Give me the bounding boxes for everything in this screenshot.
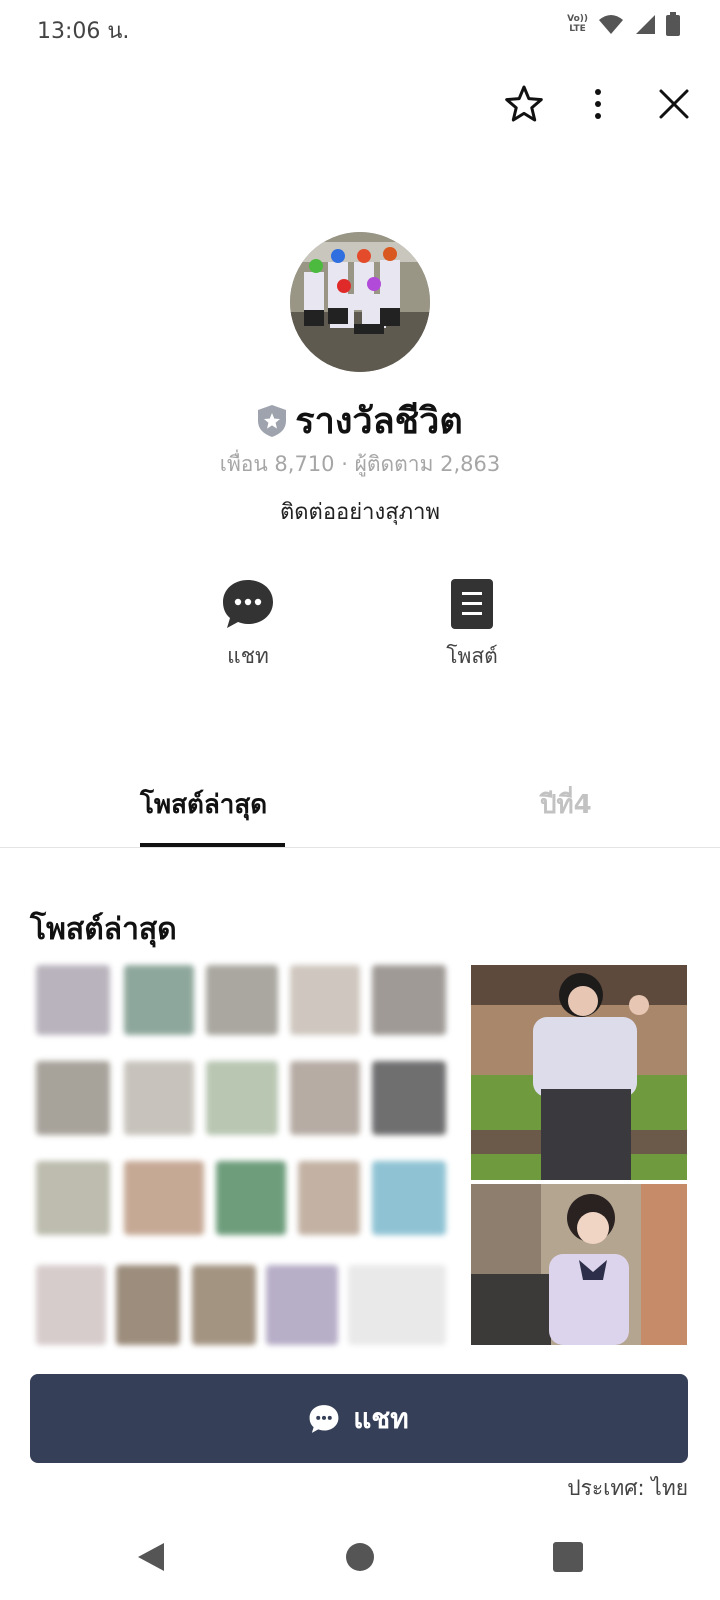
post-photo-2[interactable]	[471, 1184, 687, 1345]
close-icon	[659, 89, 689, 119]
more-vertical-icon	[595, 89, 601, 119]
wifi-icon	[599, 15, 623, 34]
more-options-button[interactable]	[576, 82, 620, 126]
profile-name: รางวัลชีวิต	[295, 401, 463, 442]
profile-name-row: รางวัลชีวิต	[0, 392, 720, 449]
shield-badge-icon	[258, 404, 287, 437]
post-photo-2-image	[471, 1184, 687, 1345]
chat-icon	[223, 580, 273, 628]
post-photo-1[interactable]	[471, 965, 687, 1180]
country-label: ประเทศ: ไทย	[567, 1476, 688, 1500]
chat-cta-label: แชท	[353, 1401, 409, 1435]
chat-action-label: แชท	[227, 644, 269, 668]
post-image-grid[interactable]	[36, 965, 450, 1345]
avatar[interactable]	[290, 232, 430, 372]
status-icons: Vo)) LTE	[567, 12, 680, 36]
status-bar: 13:06 น. Vo)) LTE	[0, 0, 720, 56]
volte-icon: Vo)) LTE	[567, 14, 588, 34]
tab-latest-posts[interactable]: โพสต์ล่าสุด	[140, 784, 267, 825]
recents-nav-icon[interactable]	[548, 1537, 588, 1577]
chat-action-button[interactable]: แชท	[188, 578, 308, 673]
star-icon	[505, 85, 543, 122]
close-button[interactable]	[652, 82, 696, 126]
battery-icon	[666, 12, 680, 36]
post-action-button[interactable]: โพสต์	[412, 578, 532, 673]
post-photo-1-image	[471, 965, 687, 1180]
chat-cta-button[interactable]: แชท	[30, 1374, 688, 1463]
favorite-button[interactable]	[502, 82, 546, 126]
tab-year4[interactable]: ปีที่4	[540, 784, 592, 825]
tab-divider	[0, 847, 720, 848]
post-action-label: โพสต์	[446, 644, 498, 668]
status-message: ติดต่ออย่างสุภาพ	[279, 500, 441, 525]
back-nav-icon[interactable]	[132, 1537, 172, 1577]
signal-icon	[636, 15, 655, 34]
status-time: 13:06 น.	[37, 19, 130, 44]
profile-stats: เพื่อน 8,710 · ผู้ติดตาม 2,863	[219, 452, 501, 476]
avatar-photo	[290, 232, 430, 372]
home-nav-icon[interactable]	[340, 1537, 380, 1577]
section-title: โพสต์ล่าสุด	[30, 912, 177, 947]
post-icon	[451, 579, 493, 629]
chat-bubble-icon	[309, 1404, 339, 1433]
